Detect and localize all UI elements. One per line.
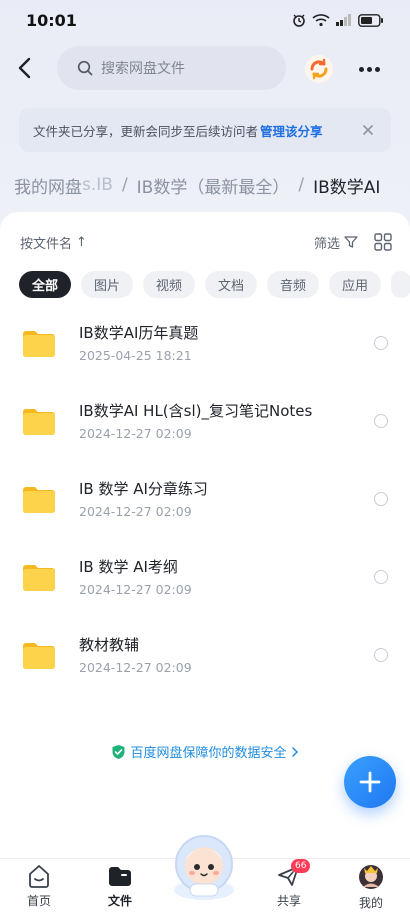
- share-banner-text: 文件夹已分享，更新会同步至后续访问者: [33, 123, 259, 139]
- chip-more[interactable]: [391, 271, 410, 298]
- status-bar: 10:01: [0, 0, 410, 40]
- alarm-icon: [293, 14, 305, 27]
- top-bar: 搜索网盘文件: [0, 44, 410, 92]
- breadcrumb: 我的网盘 s.IB / IB数学（最新最全） / IB数学AI: [0, 168, 410, 202]
- battery-icon: [358, 13, 383, 27]
- share-banner: 文件夹已分享，更新会同步至后续访问者 管理该分享: [19, 108, 391, 152]
- manage-share-link[interactable]: 管理该分享: [260, 121, 323, 140]
- chip-videos[interactable]: 视频: [143, 271, 195, 298]
- select-radio[interactable]: [374, 570, 388, 584]
- chip-documents[interactable]: 文档: [205, 271, 257, 298]
- status-icons: [292, 13, 384, 27]
- chip-audio[interactable]: 音频: [267, 271, 319, 298]
- chevron-right-icon: [291, 746, 298, 757]
- add-button[interactable]: [344, 756, 396, 808]
- more-dot-icon: [374, 66, 380, 72]
- file-name: IB数学AI历年真题: [79, 324, 199, 342]
- more-dot-icon: [358, 66, 364, 72]
- data-safety-link[interactable]: 百度网盘保障你的数据安全: [0, 742, 410, 761]
- sort-toolbar: 按文件名 ↑ 筛选: [20, 232, 392, 252]
- file-list: IB数学AI历年真题 2025-04-25 18:21 IB数学AI HL(含s…: [0, 306, 410, 696]
- search-placeholder: 搜索网盘文件: [101, 61, 185, 77]
- folder-icon: [23, 565, 55, 591]
- file-name: IB数学AI HL(含sl)_复习笔记Notes: [79, 402, 313, 420]
- tab-files[interactable]: 文件: [90, 863, 150, 913]
- tab-profile-label: 我的: [358, 896, 383, 910]
- chip-all[interactable]: 全部: [19, 271, 71, 298]
- folder-filled-icon: [109, 867, 131, 886]
- close-icon[interactable]: [359, 121, 377, 139]
- sort-label: 按文件名: [20, 236, 73, 252]
- file-panel: 按文件名 ↑ 筛选 全部 图片 视频 文档 音频 应用 IB数学AI历年真题 2…: [0, 212, 410, 858]
- sync-icon: [305, 55, 333, 83]
- list-item[interactable]: 教材教辅 2024-12-27 02:09: [0, 618, 410, 696]
- select-radio[interactable]: [374, 336, 388, 350]
- file-date: 2024-12-27 02:09: [79, 582, 192, 597]
- file-date: 2024-12-27 02:09: [79, 426, 192, 441]
- status-time: 10:01: [26, 10, 77, 30]
- tab-share-label: 共享: [276, 894, 301, 908]
- back-button[interactable]: [14, 54, 36, 82]
- filter-label: 筛选: [313, 236, 340, 252]
- breadcrumb-partial[interactable]: s.IB: [82, 175, 113, 195]
- folder-icon: [23, 643, 55, 669]
- tab-home[interactable]: 首页: [9, 863, 69, 913]
- file-name: IB 数学 AI考纲: [79, 558, 178, 576]
- list-item[interactable]: IB数学AI HL(含sl)_复习笔记Notes 2024-12-27 02:0…: [0, 384, 410, 462]
- data-safety-text: 百度网盘保障你的数据安全: [130, 746, 287, 761]
- more-options-button[interactable]: [356, 56, 382, 82]
- file-date: 2024-12-27 02:09: [79, 660, 192, 675]
- select-radio[interactable]: [374, 648, 388, 662]
- file-name: 教材教辅: [79, 636, 140, 654]
- file-date: 2025-04-25 18:21: [79, 348, 192, 363]
- category-chips: 全部 图片 视频 文档 音频 应用: [19, 271, 410, 299]
- tab-share[interactable]: 66 共享: [259, 859, 319, 913]
- list-item[interactable]: IB 数学 AI分章练习 2024-12-27 02:09: [0, 462, 410, 540]
- filter-icon: [344, 236, 358, 248]
- breadcrumb-current: IB数学AI: [313, 177, 381, 198]
- folder-icon: [23, 331, 55, 357]
- breadcrumb-separator: /: [121, 175, 128, 195]
- home-icon: [29, 865, 49, 888]
- sync-button[interactable]: [304, 54, 334, 84]
- chip-apps[interactable]: 应用: [329, 271, 381, 298]
- chevron-left-icon: [18, 57, 31, 79]
- share-badge: 66: [291, 859, 311, 873]
- shield-icon: [112, 744, 125, 759]
- search-icon: [77, 60, 93, 76]
- plus-icon: [359, 771, 381, 793]
- mascot-icon[interactable]: [164, 830, 244, 902]
- sort-arrow-icon: ↑: [76, 234, 87, 250]
- breadcrumb-separator: /: [298, 175, 305, 195]
- breadcrumb-home[interactable]: 我的网盘: [0, 173, 82, 198]
- tab-files-label: 文件: [107, 894, 132, 908]
- list-item[interactable]: IB数学AI历年真题 2025-04-25 18:21: [0, 306, 410, 384]
- avatar: [359, 865, 383, 889]
- file-date: 2024-12-27 02:09: [79, 504, 192, 519]
- file-name: IB 数学 AI分章练习: [79, 480, 208, 498]
- select-radio[interactable]: [374, 414, 388, 428]
- tab-profile[interactable]: 我的: [341, 863, 401, 913]
- folder-icon: [23, 409, 55, 435]
- sort-button[interactable]: 按文件名 ↑: [20, 233, 87, 252]
- signal-icon: [336, 14, 351, 26]
- folder-icon: [23, 487, 55, 513]
- grid-view-icon[interactable]: [374, 233, 392, 251]
- list-item[interactable]: IB 数学 AI考纲 2024-12-27 02:09: [0, 540, 410, 618]
- tab-home-label: 首页: [26, 894, 51, 908]
- chip-images[interactable]: 图片: [81, 271, 133, 298]
- wifi-icon: [312, 14, 330, 27]
- search-input[interactable]: 搜索网盘文件: [57, 46, 286, 90]
- filter-button[interactable]: 筛选: [314, 233, 358, 252]
- more-dot-icon: [366, 66, 372, 72]
- select-radio[interactable]: [374, 492, 388, 506]
- breadcrumb-parent[interactable]: IB数学（最新最全）: [137, 173, 290, 198]
